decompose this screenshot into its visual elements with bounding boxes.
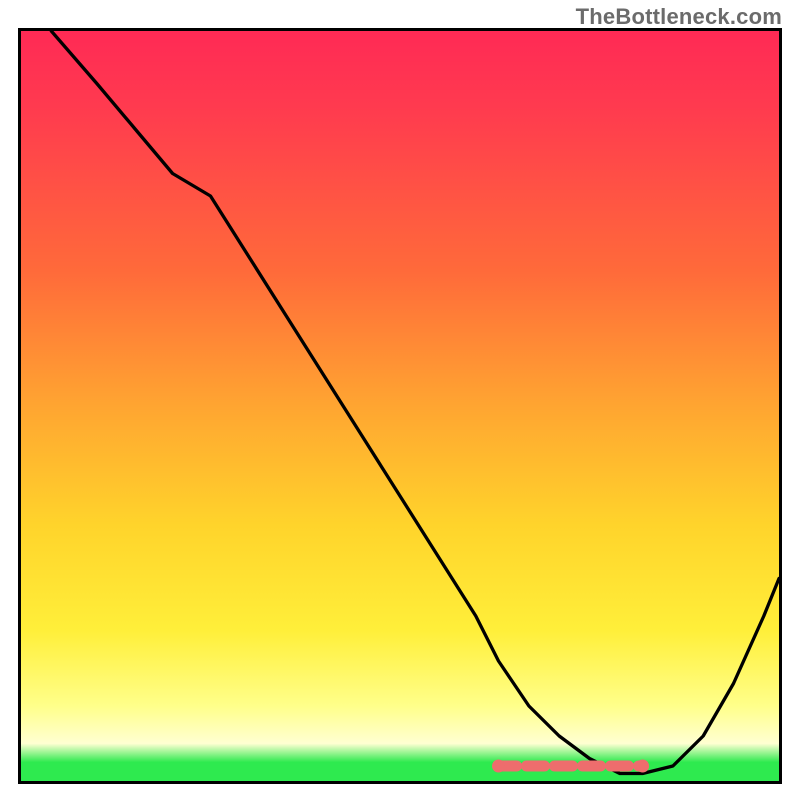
flat-marker-group	[492, 760, 649, 773]
plot-area	[18, 28, 782, 784]
chart-frame: TheBottleneck.com	[0, 0, 800, 800]
chart-svg	[21, 31, 779, 781]
watermark-text: TheBottleneck.com	[576, 4, 782, 30]
flat-marker-dot	[492, 760, 505, 773]
curve-line	[51, 31, 779, 774]
flat-marker-dot	[636, 760, 649, 773]
